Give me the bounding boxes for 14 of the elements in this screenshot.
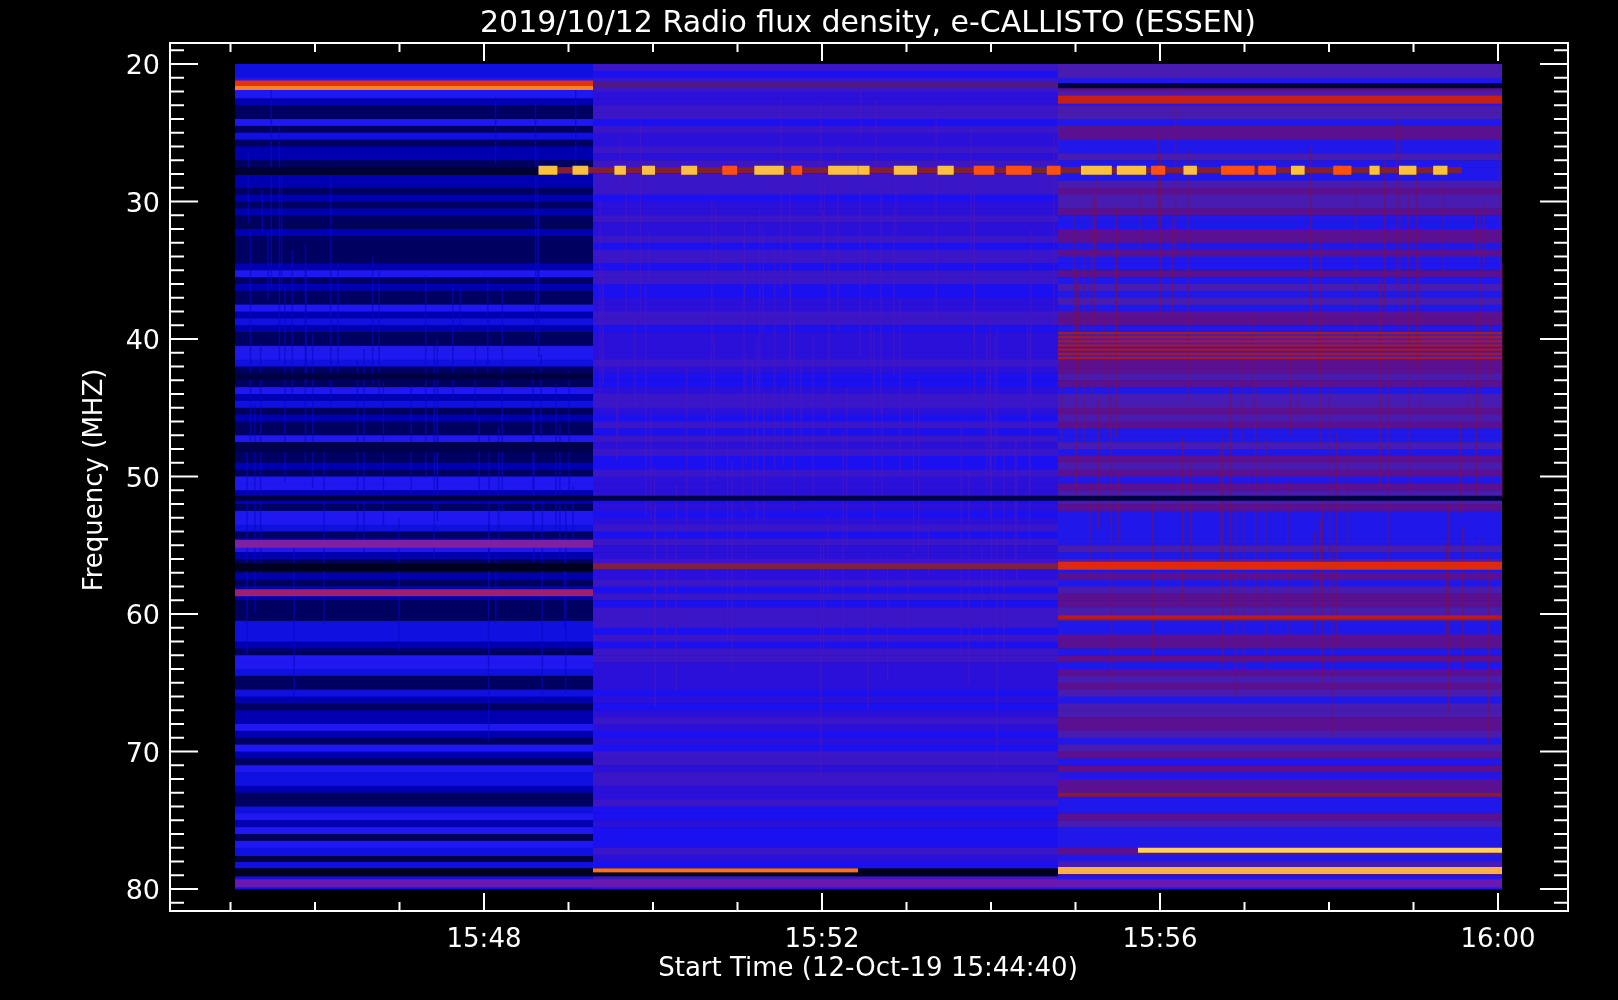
chart-title: 2019/10/12 Radio flux density, e-CALLISTO (ESSEN) <box>480 4 1256 39</box>
tick-label: 50 <box>125 461 160 493</box>
tick-label: 40 <box>125 324 160 355</box>
tick-label: 70 <box>125 736 160 768</box>
axis-label: Start Time (12-Oct-19 15:44:40) <box>658 952 1078 982</box>
tick-label: 80 <box>125 874 160 905</box>
tick-label: 15:52 <box>784 923 860 953</box>
tick-label: 30 <box>125 186 160 218</box>
tick-label: 60 <box>125 599 160 630</box>
tick-label: 16:00 <box>1460 923 1536 953</box>
tick-label: 20 <box>125 49 160 80</box>
tick-label: 15:56 <box>1122 923 1198 953</box>
tick-label: 15:48 <box>446 923 522 953</box>
axis-label: Frequency (MHZ) <box>78 368 108 592</box>
